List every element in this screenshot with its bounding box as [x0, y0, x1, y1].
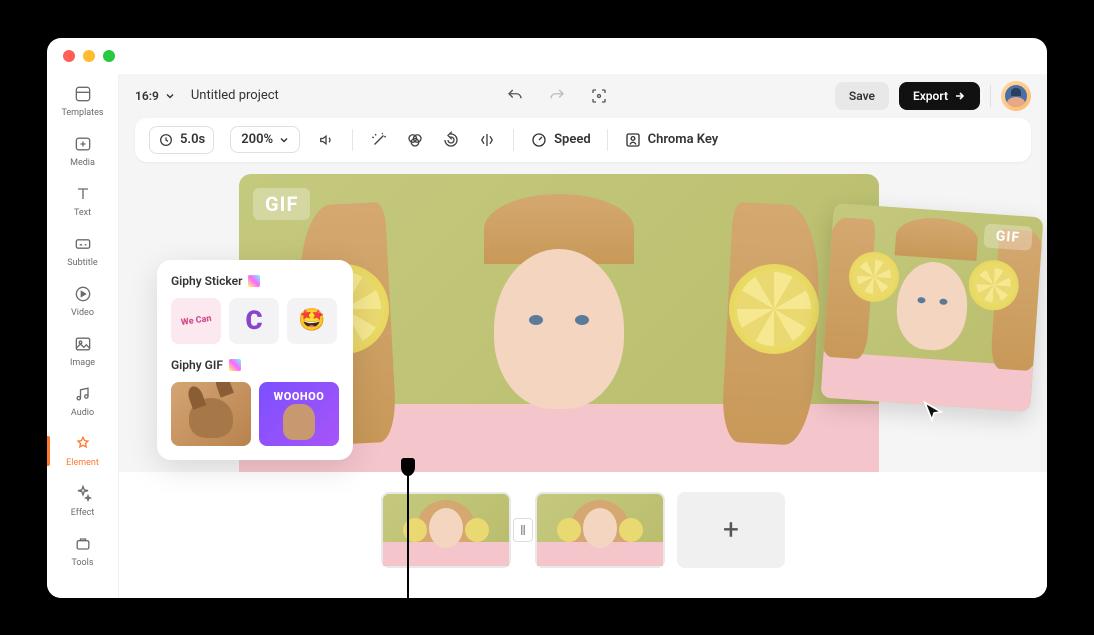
app-window: Templates Media Text Subtitle Video Imag…	[47, 38, 1047, 598]
duration-value: 5.0s	[180, 132, 205, 147]
filter-button[interactable]	[405, 130, 425, 150]
sidebar-item-tools[interactable]: Tools	[47, 528, 118, 574]
sticker-item-letter-c[interactable]: C	[229, 298, 279, 344]
redo-button[interactable]	[544, 83, 570, 109]
redo-icon	[548, 87, 566, 105]
zoom-value: 200%	[241, 132, 273, 147]
duration-control[interactable]: 5.0s	[149, 126, 214, 154]
filter-icon	[406, 131, 424, 149]
sidebar-item-label: Media	[70, 158, 95, 168]
window-maximize-button[interactable]	[103, 50, 115, 62]
gif-badge: GIF	[253, 188, 310, 220]
sidebar-item-label: Tools	[71, 558, 93, 568]
project-name[interactable]: Untitled project	[191, 88, 279, 103]
templates-icon	[73, 84, 93, 104]
sidebar-item-text[interactable]: Text	[47, 178, 118, 224]
panel-gif-title: Giphy GIF	[171, 358, 339, 372]
sidebar-item-subtitle[interactable]: Subtitle	[47, 228, 118, 274]
clock-icon	[158, 132, 174, 148]
floating-thumbnail[interactable]: GIF	[820, 202, 1043, 411]
window-close-button[interactable]	[63, 50, 75, 62]
sidebar-item-label: Element	[66, 458, 99, 468]
add-label: +	[723, 513, 739, 546]
volume-icon	[317, 131, 335, 149]
sticker-item-wecan[interactable]: We Can	[171, 298, 221, 344]
subtitle-icon	[73, 234, 93, 254]
sidebar-item-label: Effect	[71, 508, 95, 518]
gif-label: WOOHOO	[274, 390, 325, 403]
media-icon	[73, 134, 93, 154]
chevron-down-icon	[165, 91, 175, 101]
zoom-selector[interactable]: 200%	[230, 126, 300, 153]
sidebar: Templates Media Text Subtitle Video Imag…	[47, 74, 119, 598]
element-icon	[73, 434, 93, 454]
video-icon	[73, 284, 93, 304]
chroma-key-button[interactable]: Chroma Key	[624, 131, 719, 149]
sidebar-item-templates[interactable]: Templates	[47, 78, 118, 124]
timeline-clip-1[interactable]	[381, 492, 511, 568]
sidebar-item-label: Video	[71, 308, 94, 318]
giphy-icon	[229, 359, 241, 371]
audio-icon	[73, 384, 93, 404]
clip-toolbar: 5.0s 200%	[135, 118, 1031, 162]
gif-item-woohoo[interactable]: WOOHOO	[259, 382, 339, 446]
sidebar-item-label: Subtitle	[67, 258, 97, 268]
sidebar-item-element[interactable]: Element	[47, 428, 118, 474]
undo-button[interactable]	[502, 83, 528, 109]
sidebar-item-video[interactable]: Video	[47, 278, 118, 324]
rotate-button[interactable]	[441, 130, 461, 150]
giphy-icon	[248, 275, 260, 287]
aspect-ratio-selector[interactable]: 16:9	[135, 89, 175, 103]
flip-button[interactable]	[477, 130, 497, 150]
focus-icon	[590, 87, 608, 105]
text-icon	[73, 184, 93, 204]
canvas-area: GIF GIF Giphy Sticker	[119, 174, 1047, 472]
rotate-icon	[442, 131, 460, 149]
sidebar-item-image[interactable]: Image	[47, 328, 118, 374]
image-icon	[73, 334, 93, 354]
focus-button[interactable]	[586, 83, 612, 109]
tools-icon	[73, 534, 93, 554]
sidebar-item-effect[interactable]: Effect	[47, 478, 118, 524]
cursor-icon	[919, 399, 947, 427]
sticker-item-star-eyes[interactable]: 🤩	[287, 298, 337, 344]
add-clip-button[interactable]: +	[677, 492, 785, 568]
gif-badge: GIF	[983, 223, 1033, 250]
titlebar	[47, 38, 1047, 74]
chroma-icon	[624, 131, 642, 149]
user-avatar[interactable]	[1001, 81, 1031, 111]
playhead[interactable]	[407, 462, 409, 598]
giphy-panel: Giphy Sticker We Can C 🤩 Giphy GIF	[157, 260, 353, 460]
window-minimize-button[interactable]	[83, 50, 95, 62]
export-label: Export	[913, 89, 948, 103]
undo-icon	[506, 87, 524, 105]
volume-button[interactable]	[316, 130, 336, 150]
transition-button[interactable]	[513, 518, 533, 542]
speed-button[interactable]: Speed	[530, 131, 591, 149]
topbar: 16:9 Untitled project Save	[119, 74, 1047, 118]
chevron-down-icon	[279, 135, 289, 145]
arrow-right-icon	[954, 90, 966, 102]
timeline: +	[119, 472, 1047, 598]
magic-icon	[370, 131, 388, 149]
timeline-clip-2[interactable]	[535, 492, 665, 568]
aspect-ratio-value: 16:9	[135, 89, 159, 103]
speed-icon	[530, 131, 548, 149]
save-button[interactable]: Save	[835, 82, 889, 110]
sidebar-item-label: Audio	[71, 408, 94, 418]
gif-item-eevee[interactable]	[171, 382, 251, 446]
sidebar-item-audio[interactable]: Audio	[47, 378, 118, 424]
sidebar-item-label: Templates	[61, 108, 103, 118]
sidebar-item-media[interactable]: Media	[47, 128, 118, 174]
speed-label: Speed	[554, 132, 591, 147]
magic-button[interactable]	[369, 130, 389, 150]
sidebar-item-label: Image	[70, 358, 95, 368]
flip-icon	[478, 131, 496, 149]
sidebar-item-label: Text	[74, 208, 91, 218]
chroma-label: Chroma Key	[648, 132, 719, 147]
export-button[interactable]: Export	[899, 82, 980, 110]
effect-icon	[73, 484, 93, 504]
panel-sticker-title: Giphy Sticker	[171, 274, 339, 288]
